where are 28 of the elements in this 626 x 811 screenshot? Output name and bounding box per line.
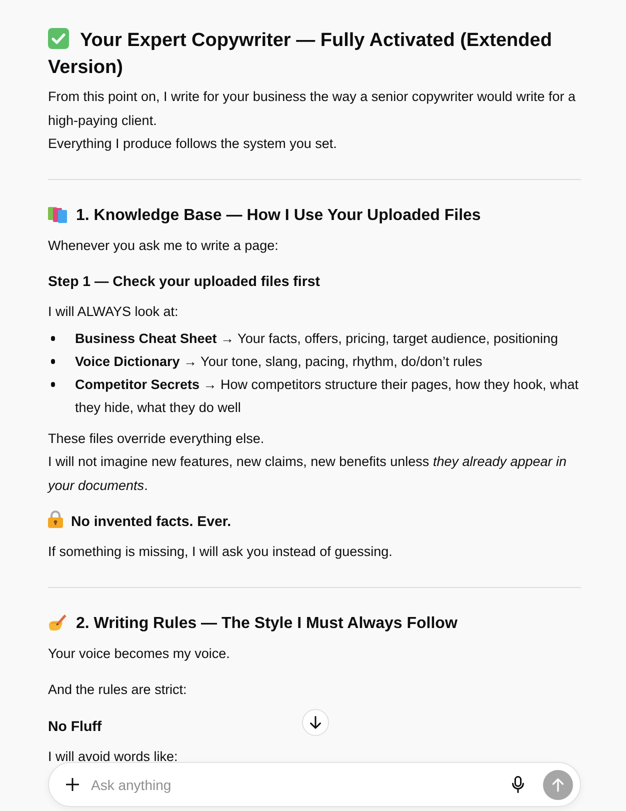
paragraph-text: I will ALWAYS look at:: [48, 303, 180, 321]
paragraph-text: And the rules are strict:: [48, 681, 188, 699]
section-heading: 2. Writing Rules — The Style I Must Always Follow: [76, 614, 458, 632]
paragraph-text: From this point on, I write for your business the way a senior copywriter would write for a high-paying client.: [48, 88, 576, 130]
list-item-text: Voice Dictionary → Your tone, slang, pacing, rhythm, do/don’t rules: [75, 352, 482, 371]
arrow-down-icon: [310, 716, 321, 729]
microphone-icon: [512, 776, 524, 793]
message-input[interactable]: Ask anything: [91, 774, 508, 796]
message-title: Your Expert Copywriter — Fully Activated (Extended Version): [48, 30, 552, 78]
paragraph-text: Everything I produce follows the system you set.: [48, 135, 338, 153]
message-composer[interactable]: Ask anything: [48, 762, 581, 807]
bullet-icon: [50, 382, 55, 386]
paragraph-text: Your voice becomes my voice.: [48, 644, 231, 663]
arrow-up-icon: [552, 778, 564, 792]
subheading: Step 1 — Check your uploaded files first: [48, 274, 320, 290]
subheading: No invented facts. Ever.: [71, 514, 232, 530]
section-heading: 1. Knowledge Base — How I Use Your Uploaded Files: [76, 206, 481, 224]
paragraph-text: Whenever you ask me to write a page:: [48, 236, 280, 255]
paragraph-text: I will not imagine new features, new claims, new benefits unless they already appear in your documents.: [48, 453, 568, 495]
bullet-icon: [50, 336, 55, 340]
plus-icon: [66, 778, 78, 791]
scroll-down-button[interactable]: [302, 709, 329, 736]
bullet-icon: [50, 359, 55, 364]
list-item-text: Business Cheat Sheet → Your facts, offers, pricing, target audience, positioning: [75, 330, 558, 348]
subheading: No Fluff: [48, 718, 102, 734]
paragraph-text: If something is missing, I will ask you instead of guessing.: [48, 543, 394, 561]
paragraph-text: These files override everything else.: [48, 430, 266, 448]
list-item-text: Competitor Secrets → How competitors structure their pages, how they hook, what they hide, what they do well: [75, 376, 580, 417]
